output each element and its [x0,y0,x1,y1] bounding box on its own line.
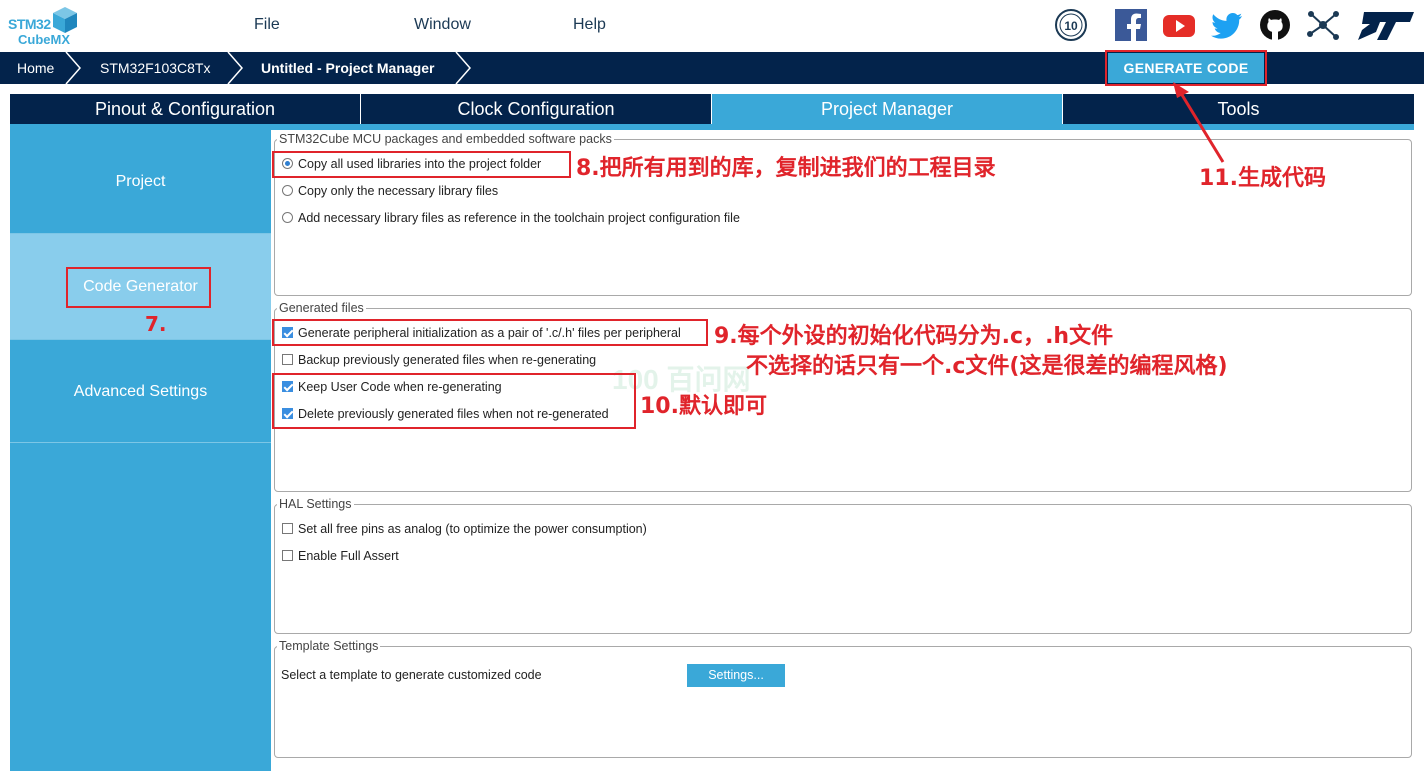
radio-add-as-reference[interactable] [282,212,293,223]
top-bar: STM32 CubeMX File Window Help 10 [0,0,1424,52]
breadcrumb-project[interactable]: Untitled - Project Manager [261,52,434,84]
hal-settings-group-title: HAL Settings [277,497,354,511]
stm32cubemx-logo: STM32 CubeMX [8,6,80,48]
menu-help[interactable]: Help [573,16,606,34]
annotation-box-pair-files [272,319,708,346]
twitter-icon[interactable] [1210,8,1244,42]
generated-files-group-title: Generated files [277,301,366,315]
sidebar: Project Code Generator Advanced Settings [10,130,271,771]
option-free-pins-analog-label[interactable]: Set all free pins as analog (to optimize… [298,522,647,536]
annotation-arrow-icon [1173,82,1225,163]
template-settings-group [274,646,1412,758]
annotation-9-line2: 不选择的话只有一个.c文件(这是很差的编程风格) [746,354,1228,379]
tab-project-manager[interactable]: Project Manager [712,94,1063,124]
template-settings-button[interactable]: Settings... [687,664,785,687]
svg-text:10: 10 [1064,19,1078,33]
tab-tools[interactable]: Tools [1063,94,1414,124]
tab-clock-configuration[interactable]: Clock Configuration [361,94,712,124]
github-icon[interactable] [1258,8,1292,42]
template-settings-group-title: Template Settings [277,639,381,653]
annotation-box-code-generator [66,267,211,308]
annotation-8: 8.把所有用到的库，复制进我们的工程目录 [576,156,996,181]
checkbox-enable-full-assert[interactable] [282,550,293,561]
template-description: Select a template to generate customized… [281,668,542,682]
radio-copy-necessary-files[interactable] [282,185,293,196]
network-share-icon[interactable] [1306,8,1340,42]
menu-file[interactable]: File [254,16,280,34]
menu-window[interactable]: Window [414,16,471,34]
annotation-10: 10.默认即可 [640,394,767,419]
annotation-box-defaults [272,373,636,429]
packages-group-title: STM32Cube MCU packages and embedded soft… [277,132,614,146]
annotation-11: 11.生成代码 [1199,166,1326,191]
option-add-as-reference-label[interactable]: Add necessary library files as reference… [298,211,740,225]
chevron-right-icon [65,52,81,84]
st-logo-icon[interactable] [1356,10,1416,42]
logo-text-line2: CubeMX [18,32,70,47]
chevron-right-icon [455,52,471,84]
facebook-icon[interactable] [1114,8,1148,42]
checkbox-free-pins-analog[interactable] [282,523,293,534]
checkbox-backup-files[interactable] [282,354,293,365]
option-copy-necessary-files-label[interactable]: Copy only the necessary library files [298,184,498,198]
cube-icon [53,7,77,33]
youtube-icon[interactable] [1162,8,1196,42]
breadcrumb-device[interactable]: STM32F103C8Tx [100,52,210,84]
sidebar-item-advanced-settings[interactable]: Advanced Settings [10,340,271,443]
breadcrumb-home[interactable]: Home [17,52,54,84]
option-enable-full-assert-label[interactable]: Enable Full Assert [298,549,399,563]
anniversary-10-icon[interactable]: 10 [1054,8,1088,42]
logo-text-line1: STM32 [8,16,51,32]
annotation-7: 7. [145,312,167,336]
tab-pinout-configuration[interactable]: Pinout & Configuration [10,94,361,124]
chevron-right-icon [227,52,243,84]
annotation-9-line1: 9.每个外设的初始化代码分为.c，.h文件 [714,324,1114,349]
annotation-box-copy-all [272,151,571,178]
sidebar-item-project[interactable]: Project [10,130,271,234]
option-backup-files-label[interactable]: Backup previously generated files when r… [298,353,596,367]
